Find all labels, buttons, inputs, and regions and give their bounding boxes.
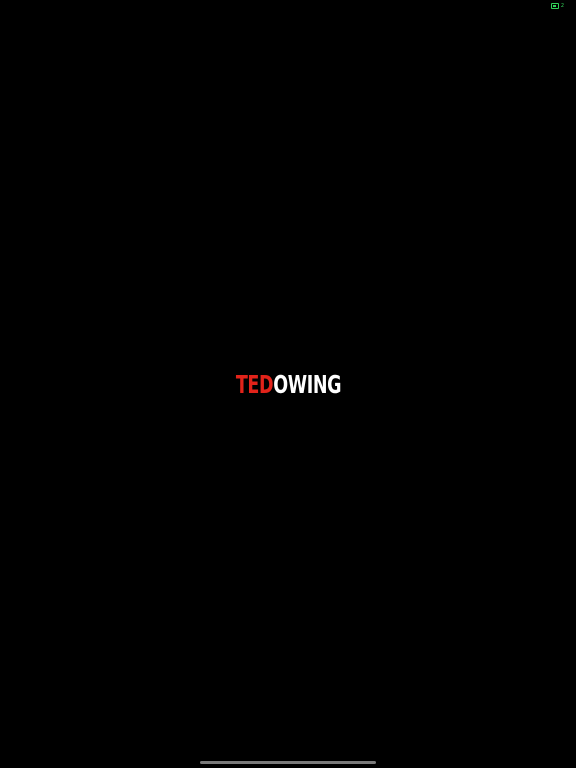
logo-text-white: OWING	[272, 370, 341, 399]
home-indicator[interactable]	[200, 761, 376, 764]
splash-screen: TED OWING	[0, 0, 576, 768]
app-logo: TED OWING	[235, 370, 341, 399]
logo-text-red: TED	[235, 370, 273, 399]
